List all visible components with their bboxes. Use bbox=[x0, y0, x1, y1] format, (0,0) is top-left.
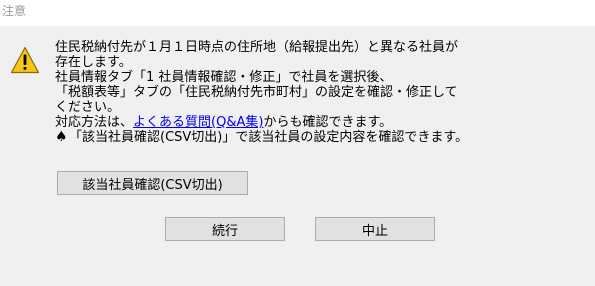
spade-icon: ♠ bbox=[55, 129, 68, 145]
message-line: 住民税納付先が１月１日時点の住所地（給報提出先）と異なる社員が bbox=[55, 40, 459, 55]
continue-button[interactable]: 続行 bbox=[165, 217, 285, 241]
message-line: 存在します。 bbox=[55, 55, 132, 70]
message-line: 「税額表等」タブの「住民税納付先市町村」の設定を確認・修正して bbox=[55, 85, 458, 100]
csv-export-button[interactable]: 該当社員確認(CSV切出) bbox=[57, 171, 248, 195]
warning-icon bbox=[10, 46, 40, 74]
title-bar: 注意 bbox=[0, 0, 595, 26]
faq-suffix: からも確認できます。 bbox=[263, 115, 393, 130]
dialog-body: 住民税納付先が１月１日時点の住所地（給報提出先）と異なる社員が 存在します。 社… bbox=[0, 26, 595, 286]
window-title: 注意 bbox=[2, 4, 27, 18]
dialog-message: 住民税納付先が１月１日時点の住所地（給報提出先）と異なる社員が 存在します。 社… bbox=[55, 40, 575, 145]
message-line: 社員情報タブ「1 社員情報確認・修正」で社員を選択後、 bbox=[55, 70, 393, 85]
faq-line: 対応方法は、よくある質問(Q&A集)からも確認できます。 bbox=[55, 115, 575, 130]
message-line: ください。 bbox=[55, 100, 121, 115]
faq-prefix: 対応方法は、 bbox=[55, 115, 134, 130]
faq-link[interactable]: よくある質問(Q&A集) bbox=[133, 115, 263, 130]
spade-note: 「該当社員確認(CSV切出)」で該当社員の設定内容を確認できます。 bbox=[69, 130, 469, 145]
cancel-button[interactable]: 中止 bbox=[315, 217, 435, 241]
spade-line: ♠「該当社員確認(CSV切出)」で該当社員の設定内容を確認できます。 bbox=[55, 129, 575, 146]
